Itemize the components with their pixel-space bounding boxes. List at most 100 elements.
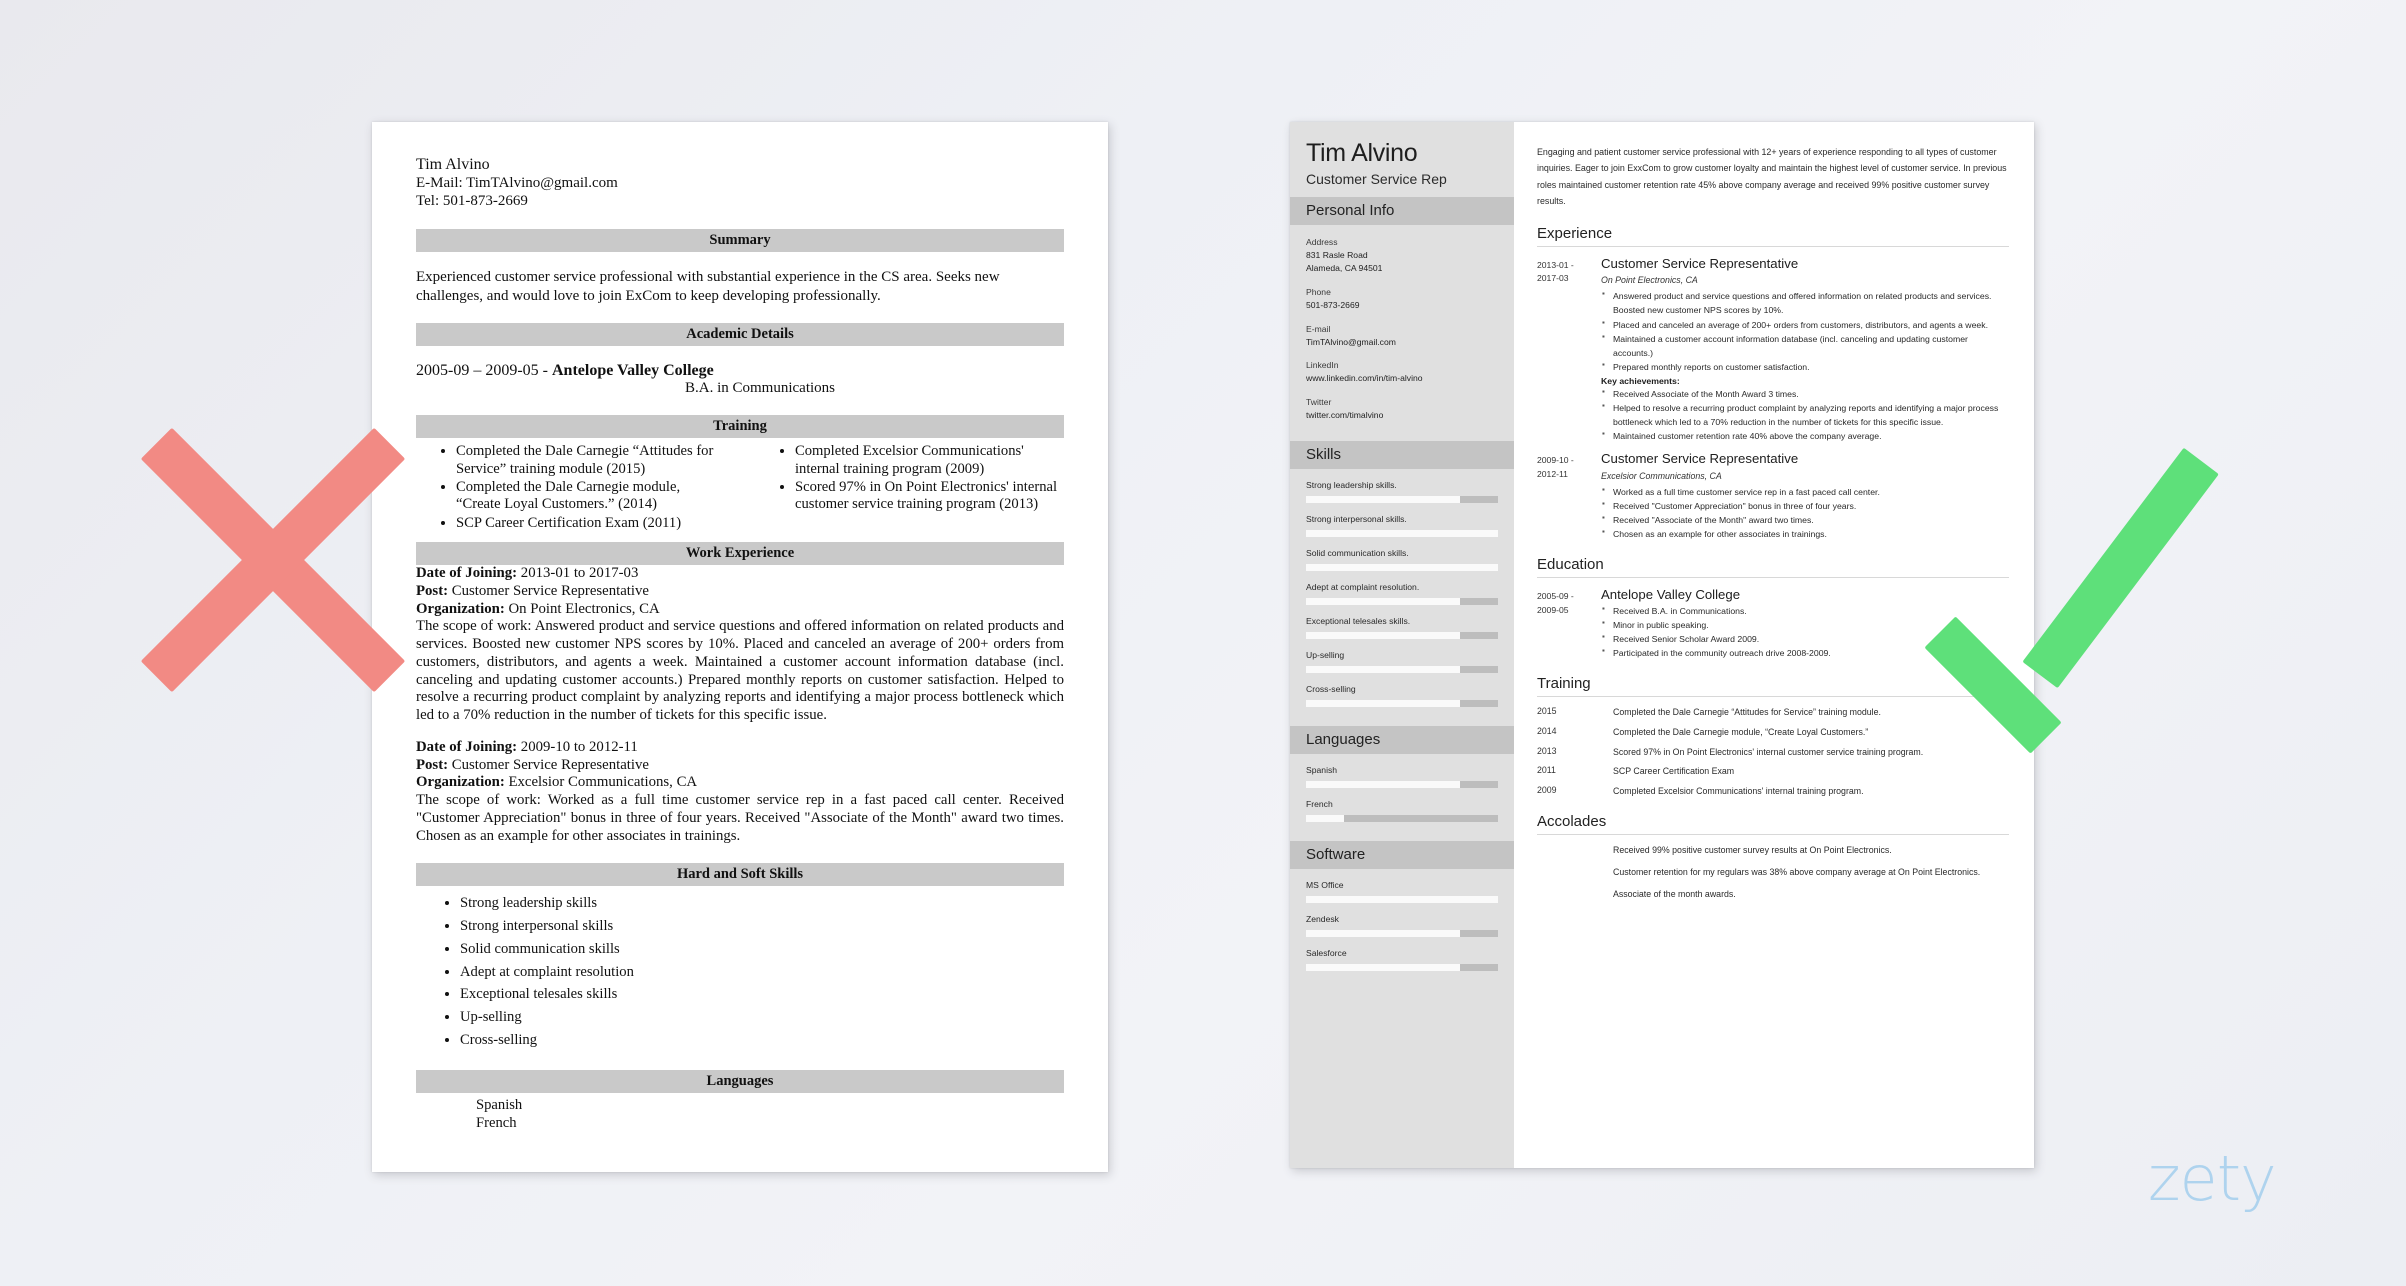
- bullet-item: Chosen as an example for other associate…: [1601, 526, 2009, 541]
- bullet-item: Received B.A. in Communications.: [1601, 603, 2009, 618]
- bullet-item: Answered product and service questions a…: [1601, 288, 2009, 317]
- rule-training: [1537, 696, 2009, 698]
- meter-fill: [1306, 666, 1460, 674]
- bad-languages-list: Spanish French: [416, 1097, 1064, 1133]
- comparison-canvas: Tim Alvino E-Mail: TimTAlvino@gmail.com …: [0, 0, 2406, 1286]
- personal-info-field: E-mail TimTAlvino@gmail.com: [1306, 323, 1498, 349]
- entry-dates: 2005-09 - 2009-05: [1537, 587, 1601, 660]
- bad-training-item: SCP Career Certification Exam (2011): [456, 515, 725, 532]
- meter-fill: [1306, 530, 1498, 538]
- bad-training-item: Scored 97% in On Point Electronics' inte…: [795, 479, 1064, 514]
- bad-skill-item: Solid communication skills: [460, 938, 1064, 961]
- field-value: 2009-10 to 2012-11: [517, 738, 638, 755]
- bad-job-scope: The scope of work: Answered product and …: [416, 618, 1064, 725]
- skill-meter: Exceptional telesales skills.: [1306, 616, 1498, 640]
- bullet-item: Received Senior Scholar Award 2009.: [1601, 631, 2009, 646]
- bad-language-item: Spanish: [476, 1096, 523, 1113]
- meter-fill: [1306, 598, 1460, 606]
- bad-academic-degree: B.A. in Communications: [685, 380, 835, 397]
- field-label: Phone: [1306, 286, 1331, 297]
- bad-academic-line: 2005-09 – 2009-05 - Antelope Valley Coll…: [416, 362, 1064, 380]
- good-applicant-name: Tim Alvino: [1306, 139, 1418, 167]
- education-entry: 2005-09 -2009-05Antelope Valley CollegeR…: [1537, 587, 2009, 660]
- sidebar-heading-software: Software: [1290, 841, 1514, 870]
- bad-skill-item: Exceptional telesales skills: [460, 983, 1064, 1006]
- entry-title: Customer Service Representative: [1601, 451, 1799, 467]
- good-heading-education: Education: [1537, 556, 1604, 574]
- skill-meter: Strong interpersonal skills.: [1306, 514, 1498, 538]
- meter-label: Adept at complaint resolution.: [1306, 582, 1420, 593]
- software-meter: Zendesk: [1306, 914, 1498, 938]
- zety-logo: zety: [2148, 1142, 2277, 1215]
- bad-job-date: Date of Joining: 2009-10 to 2012-11: [416, 739, 1064, 757]
- meter-fill: [1306, 781, 1460, 789]
- bad-skill-item: Strong interpersonal skills: [460, 915, 1064, 938]
- skill-meter: Strong leadership skills.: [1306, 480, 1498, 504]
- field-value: 831 Rasle Road: [1306, 250, 1368, 261]
- meter-track: [1306, 564, 1498, 572]
- training-year: 2013: [1537, 745, 1557, 756]
- good-heading-experience: Experience: [1537, 224, 1613, 242]
- experience-entry: 2009-10 - 2012-11 Customer Service Represe…: [1537, 451, 2009, 541]
- entry-org: Excelsior Communications, CA: [1601, 470, 1722, 481]
- bad-academic-school: Antelope Valley College: [551, 362, 714, 380]
- bad-language-item: French: [476, 1114, 517, 1131]
- bad-section-heading-skills: Hard and Soft Skills: [416, 863, 1064, 887]
- personal-info-field: Address 831 Rasle Road Alameda, CA 94501: [1306, 236, 1498, 275]
- sidebar-heading-skills: Skills: [1290, 441, 1514, 470]
- bad-training-item: Completed the Dale Carnegie module, “Cre…: [456, 479, 725, 514]
- good-heading-accolades: Accolades: [1537, 812, 1607, 830]
- bad-section-heading-academic: Academic Details: [416, 323, 1064, 347]
- experience-entry: 2013-01 - 2017-03 Customer Service Represe…: [1537, 256, 2009, 443]
- date-line: 2009-05: [1537, 604, 1569, 615]
- training-year: 2014: [1537, 725, 1557, 736]
- software-meter: Salesforce: [1306, 948, 1498, 972]
- bullet-item: Participated in the community outreach d…: [1601, 645, 2009, 660]
- bad-resume-page: Tim Alvino E-Mail: TimTAlvino@gmail.com …: [372, 122, 1108, 1172]
- entry-title: Antelope Valley College: [1601, 587, 1741, 603]
- software-meter: MS Office: [1306, 880, 1498, 904]
- bad-skills-list: Strong leadership skillsStrong interpers…: [416, 892, 1064, 1051]
- skill-meter: Adept at complaint resolution.: [1306, 582, 1498, 606]
- field-label: E-mail: [1306, 323, 1331, 334]
- meter-label: Exceptional telesales skills.: [1306, 616, 1411, 627]
- meter-fill: [1306, 632, 1460, 640]
- bad-skill-item: Adept at complaint resolution: [460, 961, 1064, 984]
- training-text: Scored 97% in On Point Electronics' inte…: [1613, 746, 1924, 757]
- training-text: Completed Excelsior Communications' inte…: [1613, 786, 1864, 797]
- meter-label: Up-selling: [1306, 650, 1345, 661]
- meter-fill: [1306, 496, 1460, 504]
- meter-track: [1306, 598, 1498, 606]
- bullet-item: Placed and canceled an average of 200+ o…: [1601, 317, 2009, 332]
- bad-jobs-list: Date of Joining: 2013-01 to 2017-03 Post:…: [416, 565, 1064, 845]
- meter-label: Zendesk: [1306, 914, 1339, 925]
- bullet-item: Worked as a full time customer service r…: [1601, 484, 2009, 499]
- field-label: Date of Joining:: [416, 738, 518, 755]
- meter-fill: [1306, 564, 1498, 572]
- field-label: Post:: [416, 582, 449, 599]
- training-row: 2015 Completed the Dale Carnegie “Attitud…: [1537, 706, 2009, 719]
- field-value: Alameda, CA 94501: [1306, 263, 1383, 274]
- accolades-entries: Received 99% positive customer survey re…: [1537, 844, 2009, 902]
- meter-track: [1306, 964, 1498, 972]
- entry-title: Customer Service Representative: [1601, 255, 1799, 271]
- field-label: The scope of work:: [416, 792, 541, 809]
- language-meter: Spanish: [1306, 765, 1498, 789]
- bad-section-heading-training: Training: [416, 415, 1064, 439]
- bullet-item: Maintained customer retention rate 40% a…: [1601, 428, 2009, 443]
- bad-skill-item: Cross-selling: [460, 1029, 1064, 1052]
- bad-email-line: E-Mail: TimTAlvino@gmail.com: [416, 175, 618, 191]
- meter-track: [1306, 896, 1498, 904]
- bad-job-scope: The scope of work: Worked as a full time…: [416, 792, 1064, 845]
- skill-meter: Up-selling: [1306, 650, 1498, 674]
- field-value: On Point Electronics, CA: [504, 600, 660, 617]
- field-label: Address: [1306, 237, 1338, 248]
- bullet-item: Received "Associate of the Month" award …: [1601, 512, 2009, 527]
- key-achievements-label: Key achievements:: [1601, 375, 1680, 386]
- field-value: Customer Service Representative: [448, 756, 649, 773]
- bullet-item: Prepared monthly reports on customer sat…: [1601, 359, 2009, 374]
- key-achievement-bullets: Received Associate of the Month Award 3 …: [1601, 386, 2009, 443]
- field-label: Organization:: [416, 774, 505, 791]
- bad-job-org: Organization: Excelsior Communications, …: [416, 774, 1064, 792]
- date-line: 2005-09 -: [1537, 591, 1574, 602]
